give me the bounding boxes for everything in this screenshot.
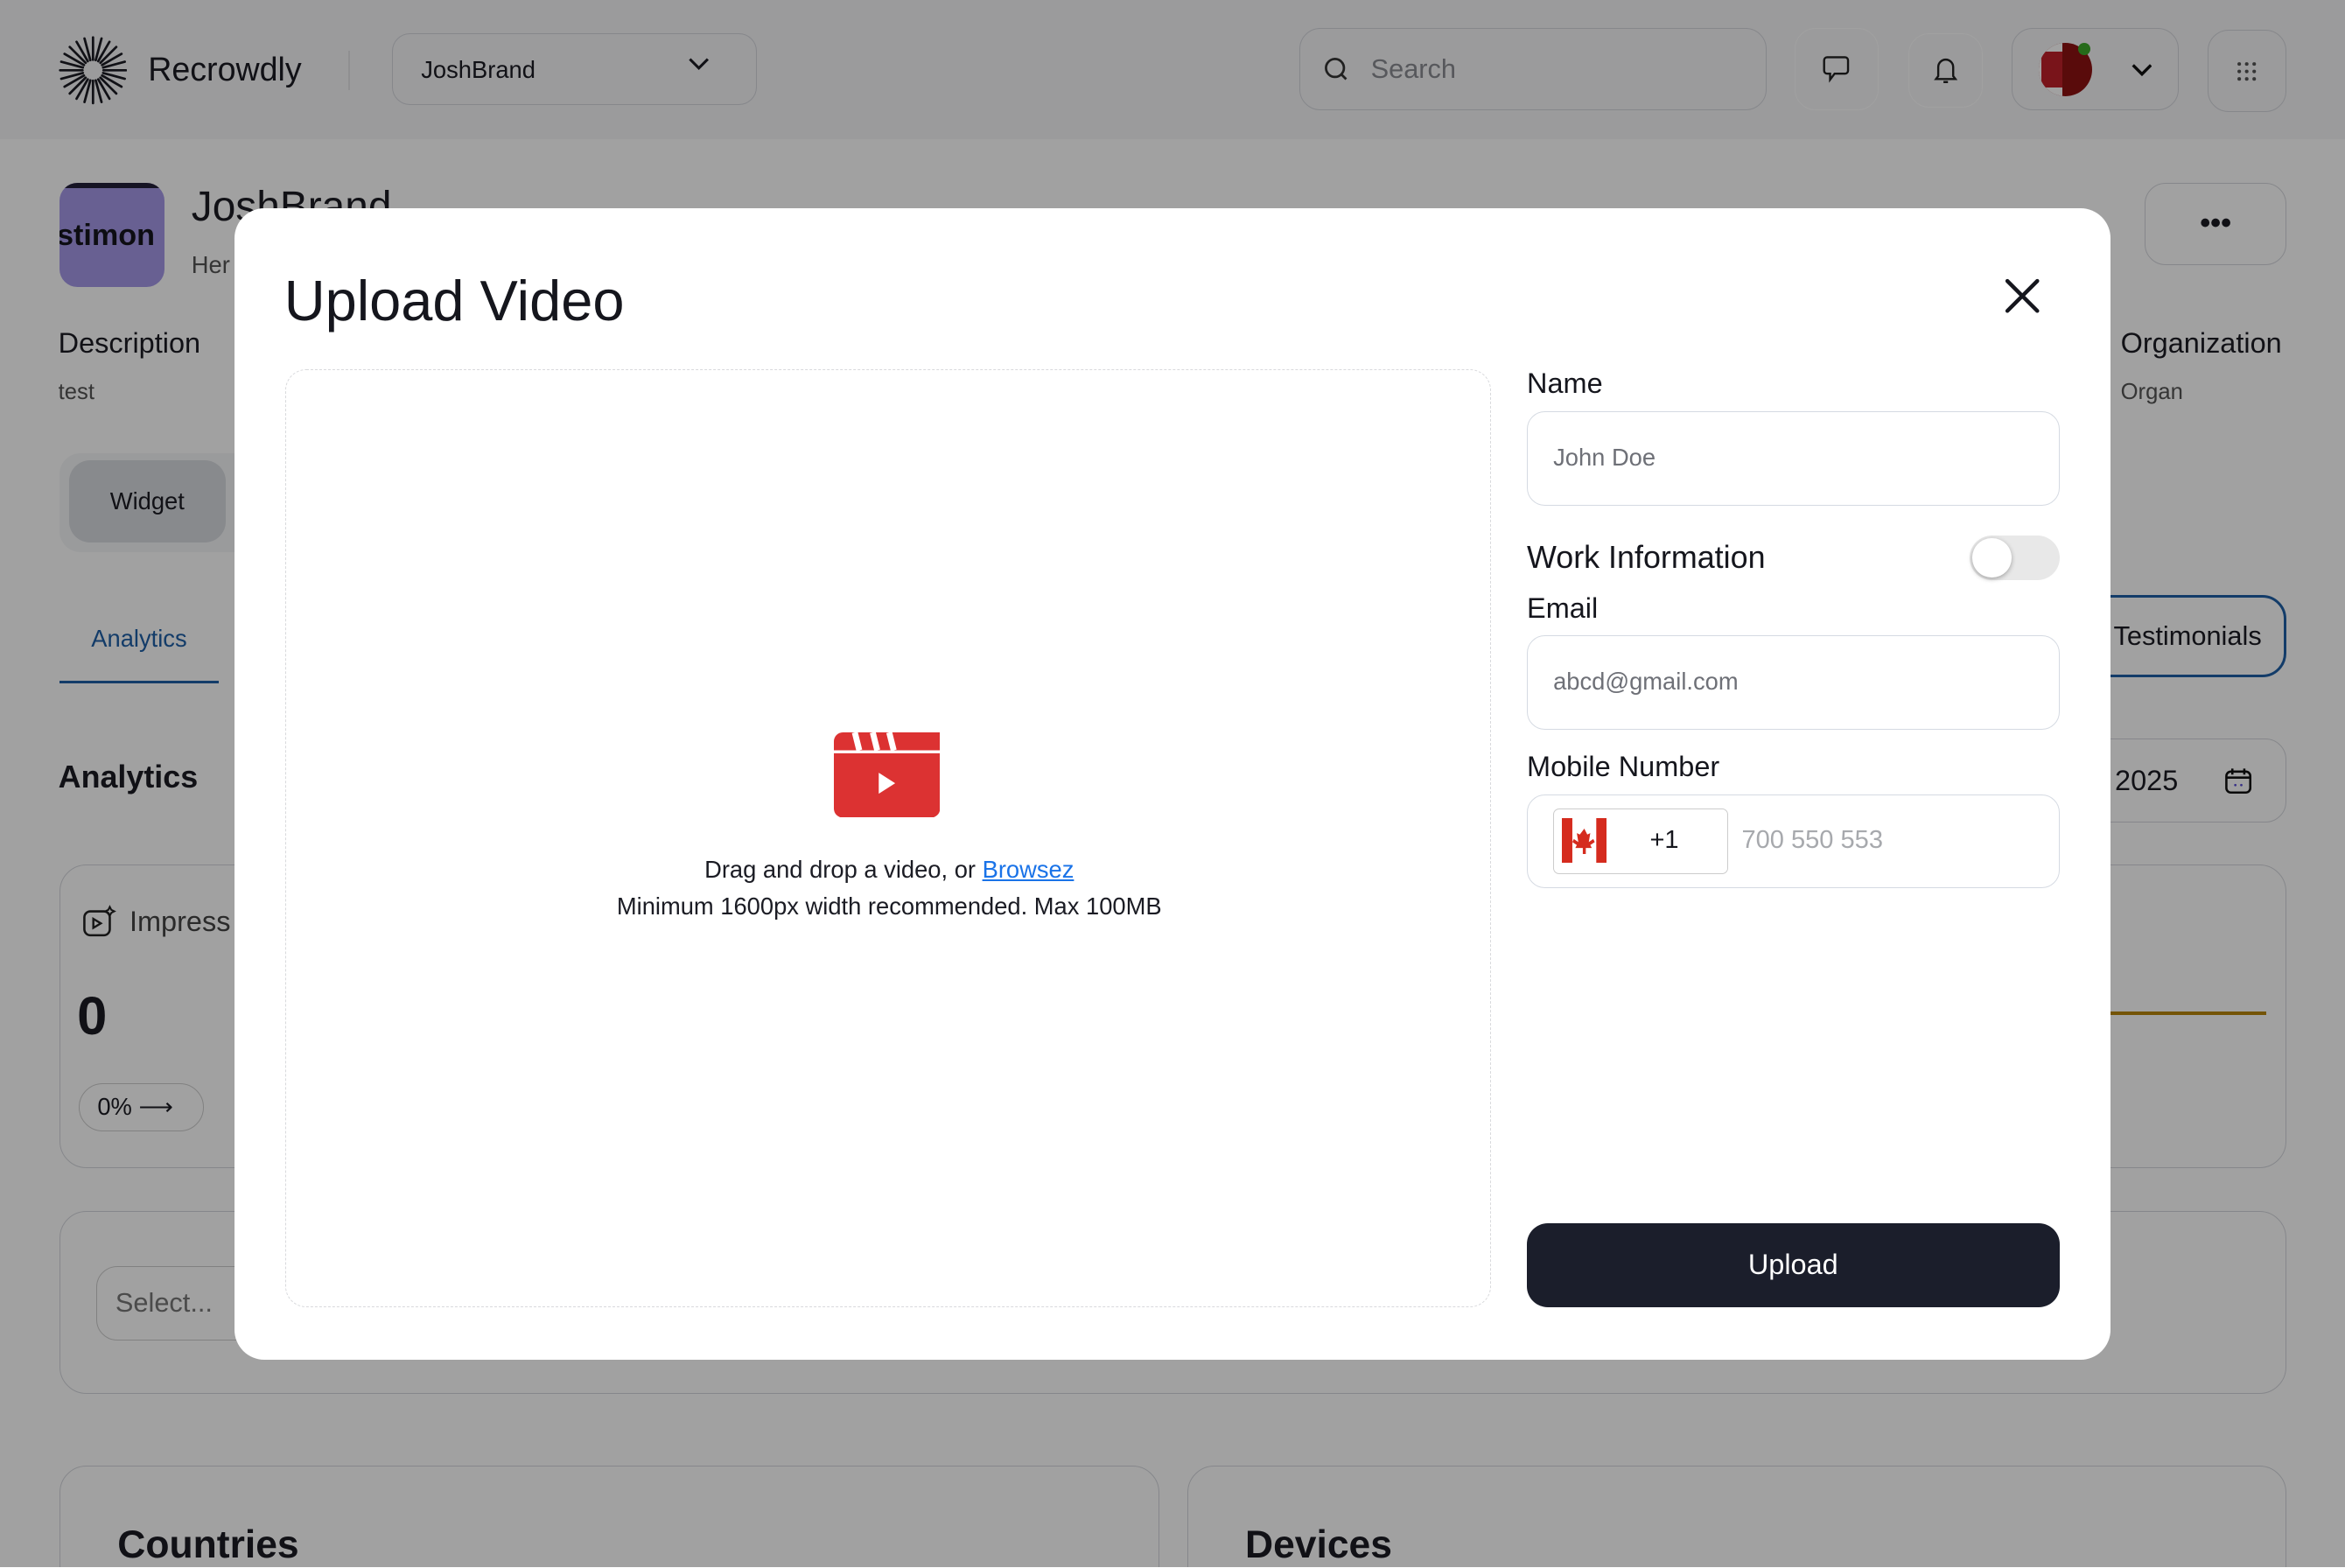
email-input[interactable]: abcd@gmail.com xyxy=(1527,635,2060,731)
email-label: Email xyxy=(1527,592,1599,624)
video-clapper-icon xyxy=(833,732,941,818)
name-placeholder: John Doe xyxy=(1553,443,1656,471)
upload-button[interactable]: Upload xyxy=(1527,1223,2060,1307)
mobile-placeholder: 700 550 553 xyxy=(1741,826,1883,855)
close-icon[interactable] xyxy=(2003,276,2041,315)
canada-flag-icon xyxy=(1561,818,1606,864)
upload-video-modal: Upload Video Drag and drop a video, or B… xyxy=(234,207,2110,1360)
name-label: Name xyxy=(1527,368,1603,400)
dropzone-instruction: Drag and drop a video, or xyxy=(704,856,983,884)
toggle-knob xyxy=(1972,538,2012,578)
dropzone-hint: Minimum 1600px width recommended. Max 10… xyxy=(616,892,1162,920)
modal-title: Upload Video xyxy=(284,268,625,332)
mobile-label: Mobile Number xyxy=(1527,750,1720,782)
email-placeholder: abcd@gmail.com xyxy=(1553,668,1739,696)
mobile-input[interactable]: +1 700 550 553 xyxy=(1527,794,2060,889)
country-code-select[interactable]: +1 xyxy=(1553,808,1729,875)
app: Recrowdly JoshBrand Search stimon JoshBr… xyxy=(0,0,2345,1568)
country-code: +1 xyxy=(1649,825,1679,854)
video-dropzone[interactable]: Drag and drop a video, or Browsez Minimu… xyxy=(285,369,1492,1307)
dropzone-text: Drag and drop a video, or Browsez Minimu… xyxy=(286,851,1492,923)
browse-link[interactable]: Browsez xyxy=(983,856,1074,883)
work-info-toggle[interactable] xyxy=(1969,535,2060,581)
work-info-label: Work Information xyxy=(1527,540,1766,575)
name-input[interactable]: John Doe xyxy=(1527,411,2060,506)
